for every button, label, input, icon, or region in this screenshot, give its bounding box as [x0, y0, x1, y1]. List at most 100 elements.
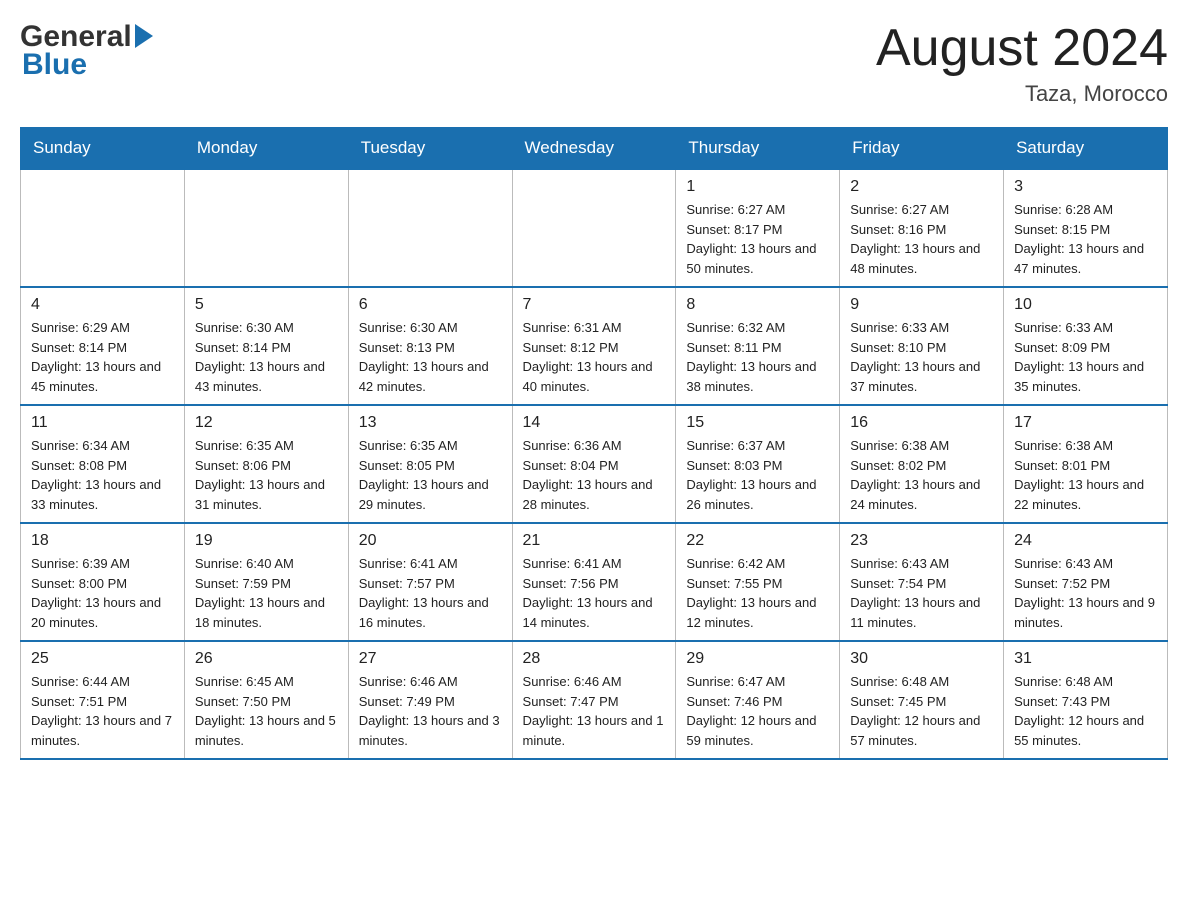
day-number: 1 [686, 178, 829, 196]
calendar-cell-w1-d2 [184, 169, 348, 287]
col-monday: Monday [184, 128, 348, 170]
calendar-week-1: 1 Sunrise: 6:27 AMSunset: 8:17 PMDaylight… [21, 169, 1168, 287]
calendar-cell-w5-d4: 28 Sunrise: 6:46 AMSunset: 7:47 PMDayligh… [512, 641, 676, 759]
calendar-cell-w3-d6: 16 Sunrise: 6:38 AMSunset: 8:02 PMDayligh… [840, 405, 1004, 523]
day-number: 22 [686, 532, 829, 550]
day-info: Sunrise: 6:36 AMSunset: 8:04 PMDaylight:… [523, 436, 666, 514]
day-info: Sunrise: 6:27 AMSunset: 8:17 PMDaylight:… [686, 200, 829, 278]
day-info: Sunrise: 6:40 AMSunset: 7:59 PMDaylight:… [195, 554, 338, 632]
day-info: Sunrise: 6:41 AMSunset: 7:56 PMDaylight:… [523, 554, 666, 632]
calendar-cell-w4-d7: 24Sunrise: 6:43 AMSunset: 7:52 PMDayligh… [1004, 523, 1168, 641]
calendar-week-5: 25 Sunrise: 6:44 AMSunset: 7:51 PMDayligh… [21, 641, 1168, 759]
day-number: 27 [359, 650, 502, 668]
day-number: 3 [1014, 178, 1157, 196]
day-info: Sunrise: 6:45 AMSunset: 7:50 PMDaylight:… [195, 672, 338, 750]
calendar-cell-w2-d7: 10 Sunrise: 6:33 AMSunset: 8:09 PMDayligh… [1004, 287, 1168, 405]
calendar-cell-w2-d1: 4 Sunrise: 6:29 AMSunset: 8:14 PMDaylight… [21, 287, 185, 405]
day-number: 30 [850, 650, 993, 668]
day-number: 13 [359, 414, 502, 432]
calendar-cell-w2-d2: 5 Sunrise: 6:30 AMSunset: 8:14 PMDaylight… [184, 287, 348, 405]
calendar-cell-w1-d1 [21, 169, 185, 287]
calendar-week-3: 11 Sunrise: 6:34 AMSunset: 8:08 PMDayligh… [21, 405, 1168, 523]
day-info: Sunrise: 6:33 AMSunset: 8:09 PMDaylight:… [1014, 318, 1157, 396]
day-info: Sunrise: 6:39 AMSunset: 8:00 PMDaylight:… [31, 554, 174, 632]
col-saturday: Saturday [1004, 128, 1168, 170]
calendar-cell-w3-d7: 17Sunrise: 6:38 AMSunset: 8:01 PMDayligh… [1004, 405, 1168, 523]
day-number: 15 [686, 414, 829, 432]
col-wednesday: Wednesday [512, 128, 676, 170]
day-info: Sunrise: 6:42 AMSunset: 7:55 PMDaylight:… [686, 554, 829, 632]
day-number: 28 [523, 650, 666, 668]
calendar-cell-w2-d4: 7 Sunrise: 6:31 AMSunset: 8:12 PMDaylight… [512, 287, 676, 405]
day-number: 18 [31, 532, 174, 550]
day-number: 31 [1014, 650, 1157, 668]
day-number: 19 [195, 532, 338, 550]
day-number: 4 [31, 296, 174, 314]
calendar-cell-w5-d3: 27 Sunrise: 6:46 AMSunset: 7:49 PMDayligh… [348, 641, 512, 759]
calendar-cell-w1-d5: 1 Sunrise: 6:27 AMSunset: 8:17 PMDaylight… [676, 169, 840, 287]
calendar-cell-w1-d6: 2Sunrise: 6:27 AMSunset: 8:16 PMDaylight… [840, 169, 1004, 287]
calendar-cell-w3-d3: 13 Sunrise: 6:35 AMSunset: 8:05 PMDayligh… [348, 405, 512, 523]
day-number: 24 [1014, 532, 1157, 550]
day-info: Sunrise: 6:31 AMSunset: 8:12 PMDaylight:… [523, 318, 666, 396]
day-info: Sunrise: 6:30 AMSunset: 8:13 PMDaylight:… [359, 318, 502, 396]
logo-arrow-icon [135, 24, 153, 48]
day-info: Sunrise: 6:33 AMSunset: 8:10 PMDaylight:… [850, 318, 993, 396]
calendar-cell-w2-d6: 9Sunrise: 6:33 AMSunset: 8:10 PMDaylight… [840, 287, 1004, 405]
calendar-cell-w5-d6: 30 Sunrise: 6:48 AMSunset: 7:45 PMDayligh… [840, 641, 1004, 759]
day-number: 14 [523, 414, 666, 432]
day-info: Sunrise: 6:48 AMSunset: 7:45 PMDaylight:… [850, 672, 993, 750]
day-number: 29 [686, 650, 829, 668]
calendar-cell-w1-d4 [512, 169, 676, 287]
day-info: Sunrise: 6:37 AMSunset: 8:03 PMDaylight:… [686, 436, 829, 514]
day-info: Sunrise: 6:44 AMSunset: 7:51 PMDaylight:… [31, 672, 174, 750]
day-number: 7 [523, 296, 666, 314]
calendar-cell-w4-d4: 21 Sunrise: 6:41 AMSunset: 7:56 PMDayligh… [512, 523, 676, 641]
day-info: Sunrise: 6:43 AMSunset: 7:54 PMDaylight:… [850, 554, 993, 632]
calendar-week-2: 4 Sunrise: 6:29 AMSunset: 8:14 PMDaylight… [21, 287, 1168, 405]
calendar-cell-w1-d7: 3 Sunrise: 6:28 AMSunset: 8:15 PMDaylight… [1004, 169, 1168, 287]
calendar-cell-w5-d1: 25 Sunrise: 6:44 AMSunset: 7:51 PMDayligh… [21, 641, 185, 759]
day-number: 6 [359, 296, 502, 314]
day-info: Sunrise: 6:29 AMSunset: 8:14 PMDaylight:… [31, 318, 174, 396]
calendar-cell-w5-d5: 29 Sunrise: 6:47 AMSunset: 7:46 PMDayligh… [676, 641, 840, 759]
col-sunday: Sunday [21, 128, 185, 170]
day-number: 25 [31, 650, 174, 668]
calendar-cell-w4-d5: 22 Sunrise: 6:42 AMSunset: 7:55 PMDayligh… [676, 523, 840, 641]
title-section: August 2024 Taza, Morocco [876, 20, 1168, 107]
calendar-cell-w3-d5: 15 Sunrise: 6:37 AMSunset: 8:03 PMDayligh… [676, 405, 840, 523]
day-number: 21 [523, 532, 666, 550]
month-year-title: August 2024 [876, 20, 1168, 77]
day-info: Sunrise: 6:38 AMSunset: 8:01 PMDaylight:… [1014, 436, 1157, 514]
day-info: Sunrise: 6:34 AMSunset: 8:08 PMDaylight:… [31, 436, 174, 514]
calendar-cell-w4-d6: 23 Sunrise: 6:43 AMSunset: 7:54 PMDayligh… [840, 523, 1004, 641]
day-info: Sunrise: 6:30 AMSunset: 8:14 PMDaylight:… [195, 318, 338, 396]
calendar-cell-w3-d4: 14 Sunrise: 6:36 AMSunset: 8:04 PMDayligh… [512, 405, 676, 523]
day-number: 5 [195, 296, 338, 314]
day-number: 11 [31, 414, 174, 432]
day-number: 2 [850, 178, 993, 196]
day-info: Sunrise: 6:47 AMSunset: 7:46 PMDaylight:… [686, 672, 829, 750]
day-number: 12 [195, 414, 338, 432]
logo: General Blue [20, 20, 153, 82]
calendar-cell-w4-d3: 20Sunrise: 6:41 AMSunset: 7:57 PMDayligh… [348, 523, 512, 641]
day-info: Sunrise: 6:32 AMSunset: 8:11 PMDaylight:… [686, 318, 829, 396]
day-info: Sunrise: 6:35 AMSunset: 8:06 PMDaylight:… [195, 436, 338, 514]
day-info: Sunrise: 6:48 AMSunset: 7:43 PMDaylight:… [1014, 672, 1157, 750]
calendar-cell-w4-d1: 18 Sunrise: 6:39 AMSunset: 8:00 PMDayligh… [21, 523, 185, 641]
day-number: 23 [850, 532, 993, 550]
location-text: Taza, Morocco [876, 81, 1168, 107]
day-info: Sunrise: 6:41 AMSunset: 7:57 PMDaylight:… [359, 554, 502, 632]
calendar-cell-w3-d2: 12 Sunrise: 6:35 AMSunset: 8:06 PMDayligh… [184, 405, 348, 523]
day-info: Sunrise: 6:38 AMSunset: 8:02 PMDaylight:… [850, 436, 993, 514]
day-info: Sunrise: 6:46 AMSunset: 7:47 PMDaylight:… [523, 672, 666, 750]
calendar-cell-w1-d3 [348, 169, 512, 287]
calendar-cell-w2-d5: 8Sunrise: 6:32 AMSunset: 8:11 PMDaylight… [676, 287, 840, 405]
day-number: 16 [850, 414, 993, 432]
page-header: General Blue August 2024 Taza, Morocco [20, 20, 1168, 107]
calendar-cell-w5-d2: 26Sunrise: 6:45 AMSunset: 7:50 PMDayligh… [184, 641, 348, 759]
day-info: Sunrise: 6:35 AMSunset: 8:05 PMDaylight:… [359, 436, 502, 514]
day-info: Sunrise: 6:46 AMSunset: 7:49 PMDaylight:… [359, 672, 502, 750]
day-number: 10 [1014, 296, 1157, 314]
day-info: Sunrise: 6:28 AMSunset: 8:15 PMDaylight:… [1014, 200, 1157, 278]
